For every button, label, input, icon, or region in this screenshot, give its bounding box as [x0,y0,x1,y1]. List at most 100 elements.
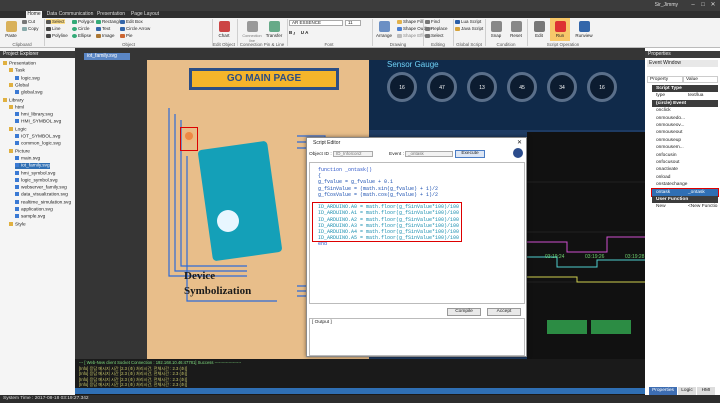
tree-item-label: Presentation [9,61,36,67]
tree-item[interactable]: HMI_SYMBOL.svg [15,119,61,125]
tree-item[interactable]: logic.svg [15,75,40,82]
java-script-button[interactable]: Java Script [455,26,483,31]
property-row[interactable]: onload [652,174,718,181]
tree-item[interactable]: application.svg [15,207,53,213]
property-row[interactable]: New <New Functio... [652,203,718,210]
replace-button[interactable]: Replace [425,26,448,31]
tab-data-communication[interactable]: Data Communication [46,11,94,18]
run-button[interactable]: Run [550,18,570,41]
maximize-icon[interactable]: □ [698,1,708,10]
tree-item[interactable]: Presentation [3,61,36,67]
property-row[interactable]: Script Type [652,85,718,92]
cut-button[interactable]: Cut [22,19,35,24]
ellipse-tool[interactable]: Ellipse [72,33,91,38]
tree-item[interactable]: Library [3,97,24,104]
tab-logic[interactable]: Logic [678,387,696,395]
polyline-tool[interactable]: Polyline [46,33,68,38]
circle-arrow-tool[interactable]: Circle Arrow [120,26,150,31]
polygon-icon [72,19,77,24]
property-row[interactable]: (circle) Event [652,99,718,107]
font-name-select[interactable]: AR ESSENCE [289,20,343,26]
paste-button[interactable]: Paste [1,21,21,38]
text-tool[interactable]: Text [96,26,110,31]
copy-button[interactable]: Copy [22,26,39,31]
font-size-select[interactable]: 11 [345,20,361,26]
image-tool[interactable]: Image [96,33,115,38]
go-main-page-button[interactable]: GO MAIN PAGE [189,68,339,90]
code-editor[interactable]: function _ontask(){ g_fvalue = g_fvalue … [309,162,525,304]
document-tab[interactable]: iot_family.svg [84,53,130,60]
tree-item[interactable]: iot_family.svg [15,163,50,170]
property-row[interactable]: onmousem... [652,144,718,151]
tree-item[interactable]: Logic [9,126,26,133]
chart-button[interactable]: Chart [214,21,234,38]
compile-button[interactable]: Compile [447,308,481,316]
property-row[interactable]: onstatechange [652,181,718,188]
close-icon[interactable]: ✕ [708,1,718,10]
circle-tool[interactable]: Circle [72,26,90,31]
tree-item[interactable]: IOT_SYMBOL.svg [15,134,60,140]
property-row[interactable]: onfocusout [652,159,718,166]
lua-script-button[interactable]: Lua Script [455,19,481,24]
tree-item[interactable]: main.svg [15,155,40,162]
edit-button[interactable]: Edit [529,21,549,38]
tree-item[interactable]: sample.svg [15,214,45,220]
tree-item[interactable]: data_visualization.svg [15,192,68,198]
tree-item[interactable]: webserver_family.svg [15,185,67,191]
tree-item-label: hmi_library.svg [21,112,53,118]
property-row[interactable]: onmouseup [652,137,718,144]
output-line: [Info] 응답 메시지 시간 [2.3 (초) 처리시간, 전체시간 : 2… [79,365,188,371]
select-button[interactable]: Select [425,33,444,38]
select-tool[interactable]: Select [46,19,65,24]
file-icon [15,90,19,95]
tab-hmi[interactable]: HMI [697,387,715,395]
minimize-icon[interactable]: – [688,1,698,10]
tab-presentation[interactable]: Presentation [96,11,126,18]
tree-item[interactable]: html [9,104,24,111]
dialog-close-icon[interactable]: ✕ [517,139,522,146]
tree-item[interactable]: Style [9,221,26,228]
connection-line-button[interactable]: Connection line [240,21,264,43]
property-name: onmousem... [656,145,684,151]
property-row[interactable]: onmousedo... [652,115,718,122]
tree-item[interactable]: hmi_library.svg [15,112,53,118]
rectangle-tool[interactable]: Rectangle [96,19,122,24]
event-field[interactable]: _ontask [405,151,453,157]
font-style-buttons[interactable]: B I U A [289,30,308,36]
tab-page-layout[interactable]: Page Layout [128,11,162,18]
property-row[interactable]: onmouseov... [652,122,718,129]
line-tool[interactable]: Line [46,26,61,31]
runview-button[interactable]: Runview [572,21,596,38]
event-window-select[interactable]: Event Window [647,60,718,67]
tree-item[interactable]: hmi_symbol.svg [15,170,55,177]
tab-home[interactable]: Home [26,11,42,18]
property-row[interactable]: onclick [652,107,718,114]
editbox-tool[interactable]: Edit Box [120,19,143,24]
object-id-field[interactable]: ID_InfoIcon2 [333,151,373,157]
property-row[interactable]: onmouseout [652,129,718,136]
tab-properties[interactable]: Properties [649,387,677,395]
tree-item[interactable]: common_logic.svg [15,141,61,147]
transfer-button[interactable]: Transfer [264,21,284,38]
property-row[interactable]: ontask _ontask [651,187,719,197]
pie-tool[interactable]: Pie [120,33,133,38]
snap-button[interactable]: Snap [486,21,506,38]
shape-fill-button[interactable]: Shape Fill [397,19,423,24]
arrange-button[interactable]: Arrange [374,21,394,38]
property-row[interactable]: onactivate [652,166,718,173]
property-row[interactable]: User Function [652,196,718,203]
tree-item[interactable]: logic_symbol.svg [15,177,58,184]
execute-button[interactable]: Execute [455,150,485,158]
tree-item[interactable]: realtime_simulation.svg [15,199,71,206]
tree-item[interactable]: global.svg [15,90,43,96]
output-box[interactable]: [ Output ] [309,318,525,356]
tree-item[interactable]: Task [9,68,25,74]
find-button[interactable]: Find [425,19,440,24]
accept-button[interactable]: Accept [487,308,521,316]
tree-item[interactable]: Global [9,82,29,89]
property-row[interactable]: onfocusin [652,152,718,159]
reset-button[interactable]: Reset [506,21,526,38]
property-row[interactable]: type text/lua [652,92,718,99]
tree-item[interactable]: Picture [9,148,30,155]
polygon-tool[interactable]: Polygon [72,19,94,24]
